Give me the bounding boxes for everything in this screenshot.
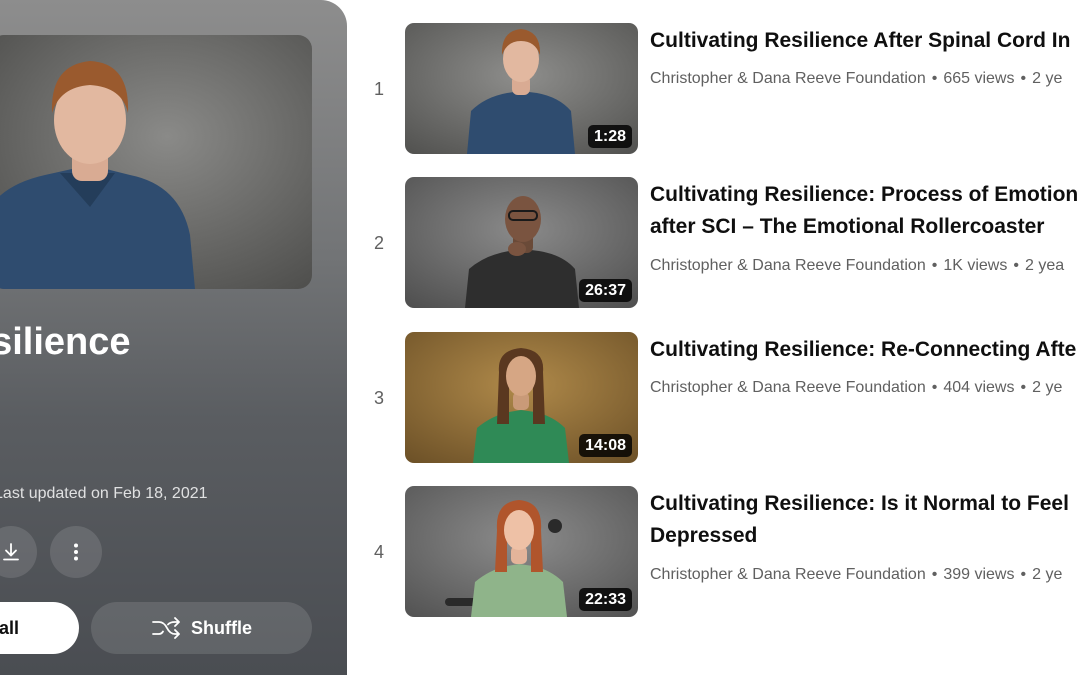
video-thumbnail[interactable]: 26:37 bbox=[405, 177, 638, 308]
meta-separator: • bbox=[931, 70, 938, 87]
video-duration-badge: 14:08 bbox=[579, 434, 632, 457]
meta-separator: • bbox=[931, 566, 938, 583]
play-all-button[interactable]: all bbox=[0, 602, 79, 654]
video-age: 2 yea bbox=[1024, 257, 1065, 274]
meta-separator: • bbox=[1013, 257, 1019, 274]
video-title-line: after SCI – The Emotional Rollercoaster bbox=[650, 215, 1045, 238]
shuffle-icon bbox=[152, 617, 180, 639]
playlist-last-updated: Last updated on Feb 18, 2021 bbox=[0, 485, 208, 502]
more-vert-icon bbox=[74, 543, 78, 561]
video-duration-badge: 1:28 bbox=[587, 125, 632, 148]
playlist-cover-thumbnail[interactable] bbox=[0, 35, 312, 289]
meta-separator: • bbox=[1020, 70, 1027, 87]
video-title-line: Depressed bbox=[650, 524, 758, 547]
video-views: 665 views bbox=[943, 70, 1015, 87]
playlist-title-line-2: CI bbox=[0, 368, 345, 420]
video-thumbnail[interactable]: 1:28 bbox=[405, 23, 638, 154]
playlist-video-row[interactable]: 3 14:08 Cultivating Resilience: Re-Conne… bbox=[347, 332, 1080, 464]
video-duration-badge: 22:33 bbox=[579, 588, 632, 611]
video-title[interactable]: Cultivating Resilience: Re-Connecting Af… bbox=[650, 334, 1080, 366]
video-channel[interactable]: Christopher & Dana Reeve Foundation bbox=[650, 70, 926, 87]
video-views: 404 views bbox=[943, 379, 1015, 396]
playlist-title-line-1: ing Resilience bbox=[0, 321, 131, 363]
video-index: 4 bbox=[373, 542, 384, 562]
meta-separator: • bbox=[1020, 566, 1027, 583]
video-thumbnail[interactable]: 22:33 bbox=[405, 486, 638, 617]
video-channel[interactable]: Christopher & Dana Reeve Foundation bbox=[650, 257, 926, 274]
meta-separator: • bbox=[931, 379, 938, 396]
meta-separator: • bbox=[1020, 379, 1027, 396]
playlist-header-panel: ing Resilience CI er ws Last updated on … bbox=[0, 0, 347, 675]
shuffle-label: Shuffle bbox=[191, 617, 252, 638]
video-views: 399 views bbox=[943, 566, 1015, 583]
video-meta: Christopher & Dana Reeve Foundation • 665 … bbox=[650, 70, 1062, 88]
video-index: 3 bbox=[373, 388, 384, 408]
video-title[interactable]: Cultivating Resilience: Process of Emoti… bbox=[650, 179, 1080, 243]
playlist-meta: ws Last updated on Feb 18, 2021 bbox=[0, 485, 208, 503]
playlist-video-row[interactable]: 1 1:28 Cultivating Resilience After Spin… bbox=[347, 23, 1080, 155]
video-title-line: Cultivating Resilience: Re-Connecting Af… bbox=[650, 338, 1077, 361]
video-title-line: Cultivating Resilience After Spinal Cord… bbox=[650, 29, 1071, 52]
download-icon bbox=[3, 543, 19, 561]
play-all-label: all bbox=[0, 617, 19, 638]
video-channel[interactable]: Christopher & Dana Reeve Foundation bbox=[650, 379, 926, 396]
video-index: 1 bbox=[373, 79, 384, 99]
video-title[interactable]: Cultivating Resilience: Is it Normal to … bbox=[650, 488, 1080, 552]
playlist-title: ing Resilience CI bbox=[0, 316, 345, 420]
video-age: 2 ye bbox=[1032, 566, 1063, 583]
video-meta: Christopher & Dana Reeve Foundation • 399 … bbox=[650, 566, 1062, 584]
video-age: 2 ye bbox=[1032, 379, 1063, 396]
video-title[interactable]: Cultivating Resilience After Spinal Cord… bbox=[650, 25, 1080, 57]
video-index: 2 bbox=[373, 233, 384, 253]
video-channel[interactable]: Christopher & Dana Reeve Foundation bbox=[650, 566, 926, 583]
playlist-video-row[interactable]: 4 22:33 Cultivating Resilience: Is it No… bbox=[347, 486, 1080, 618]
video-duration-badge: 26:37 bbox=[579, 279, 632, 302]
playlist-video-row[interactable]: 2 26:37 Cultivating Resilience: Process … bbox=[347, 177, 1080, 309]
video-thumbnail[interactable]: 14:08 bbox=[405, 332, 638, 463]
shuffle-button[interactable]: Shuffle bbox=[91, 602, 312, 654]
playlist-video-list: 1 1:28 Cultivating Resilience After Spin… bbox=[347, 0, 1080, 675]
video-title-line: Cultivating Resilience: Is it Normal to … bbox=[650, 492, 1069, 515]
video-views: 1K views bbox=[943, 257, 1008, 274]
video-title-line: Cultivating Resilience: Process of Emoti… bbox=[650, 183, 1079, 206]
video-meta: Christopher & Dana Reeve Foundation • 404 … bbox=[650, 379, 1062, 397]
more-actions-button[interactable] bbox=[50, 526, 102, 578]
meta-separator: • bbox=[931, 257, 938, 274]
video-age: 2 ye bbox=[1032, 70, 1063, 87]
download-button[interactable] bbox=[0, 526, 37, 578]
video-meta: Christopher & Dana Reeve Foundation • 1K v… bbox=[650, 257, 1064, 275]
